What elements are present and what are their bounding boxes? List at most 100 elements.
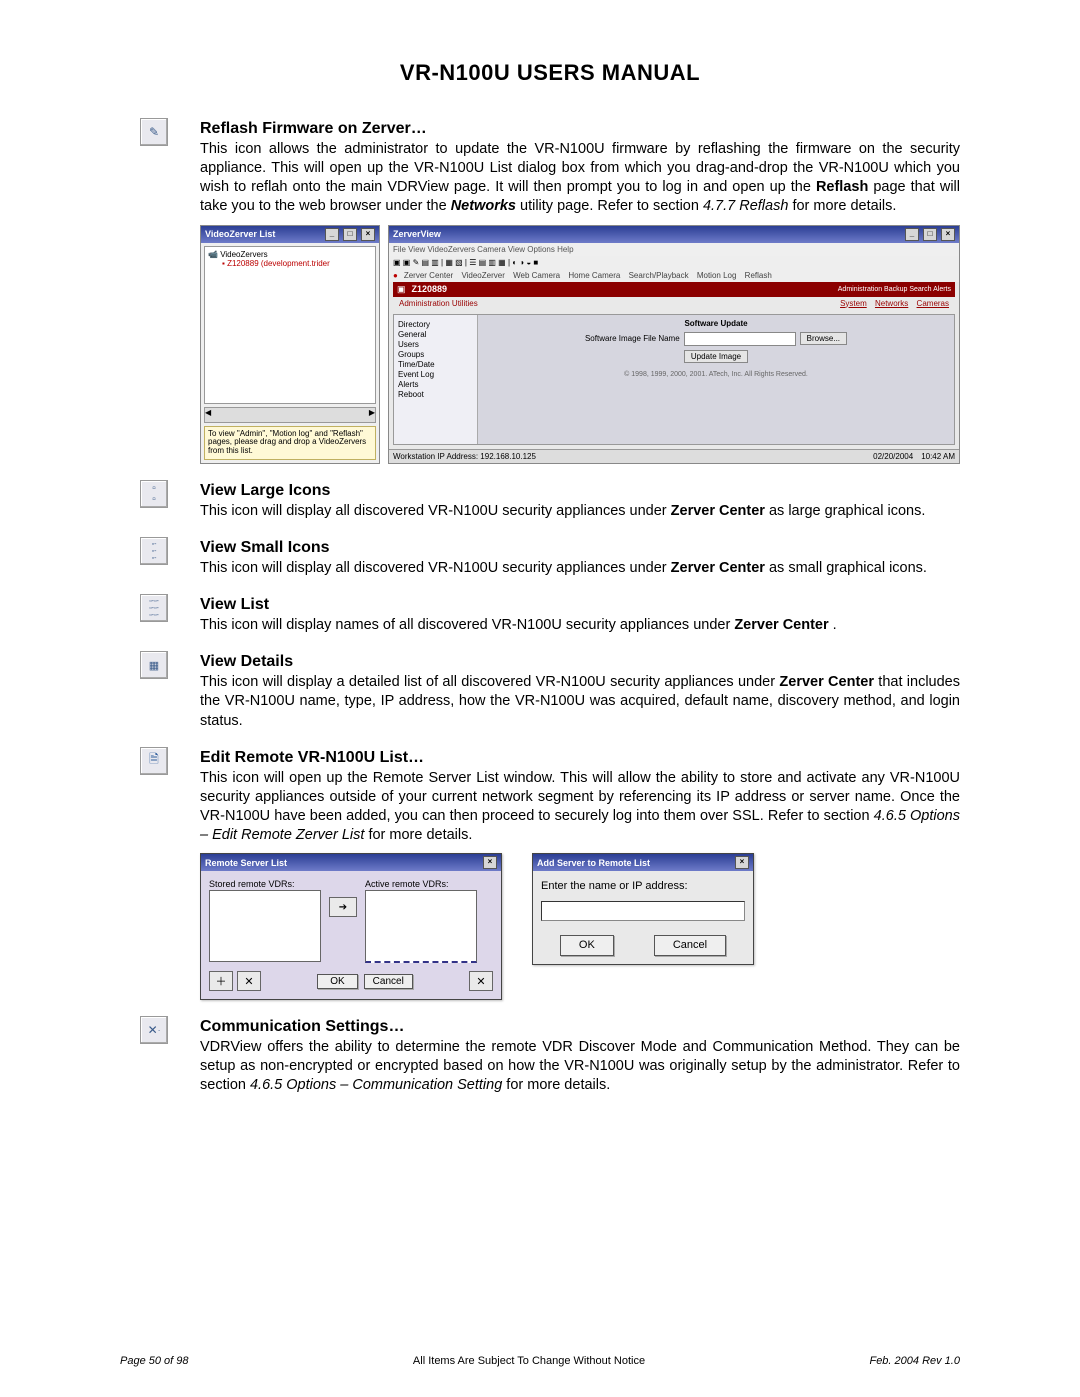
move-right-button[interactable]: ➔ [329, 897, 357, 917]
page-footer: Page 50 of 98 All Items Are Subject To C… [120, 1355, 960, 1367]
scrollbar[interactable]: ◀▶ [204, 407, 376, 423]
remote-server-list-dialog: Remote Server List × Stored remote VDRs:… [200, 853, 502, 1000]
close-icon[interactable]: × [361, 228, 375, 241]
section-heading: Communication Settings… [200, 1018, 960, 1036]
section-large-icons: ▫▫ View Large Icons This icon will displ… [140, 482, 960, 521]
close-icon[interactable]: × [735, 856, 749, 869]
add-server-dialog: Add Server to Remote List × Enter the na… [532, 853, 754, 965]
clear-active-button[interactable]: ✕ [469, 971, 493, 991]
minimize-icon[interactable]: _ [325, 228, 339, 241]
section-list: ▫-▫-▫-▫-▫-▫- View List This icon will di… [140, 596, 960, 635]
sidebar-item-directory[interactable]: Directory [398, 320, 473, 329]
link-system[interactable]: System [840, 299, 867, 308]
tab-videozerver[interactable]: VideoZerver [461, 271, 504, 280]
section-heading: Reflash Firmware on Zerver… [200, 120, 960, 138]
add-server-button[interactable]: ＋ [209, 971, 233, 991]
page-title: VR-N100U USERS MANUAL [140, 60, 960, 86]
maximize-icon[interactable]: □ [343, 228, 357, 241]
section-comm-settings: ✕· Communication Settings… VDRView offer… [140, 1018, 960, 1095]
sidebar-item-groups[interactable]: Groups [398, 350, 473, 359]
cancel-button[interactable]: Cancel [654, 935, 726, 956]
section-small-icons: ▫-▫-▫- View Small Icons This icon will d… [140, 539, 960, 578]
vzlist-tree[interactable]: 📹 VideoZervers ▪ Z120889 (development.tr… [204, 246, 376, 404]
sidebar-item-eventlog[interactable]: Event Log [398, 370, 473, 379]
browse-button[interactable]: Browse... [800, 332, 847, 345]
active-label: Active remote VDRs: [365, 879, 477, 889]
link-cameras[interactable]: Cameras [917, 299, 949, 308]
details-icon: ▦ [140, 651, 168, 679]
large-icons-icon: ▫▫ [140, 480, 168, 508]
figure-reflash: VideoZerver List _ □ × 📹 VideoZervers ▪ … [200, 225, 960, 464]
sidebar-item-timedate[interactable]: Time/Date [398, 360, 473, 369]
minimize-icon[interactable]: _ [905, 228, 919, 241]
close-icon[interactable]: × [483, 856, 497, 869]
section-heading: View List [200, 596, 960, 614]
zerver-toplinks[interactable]: Administration Backup Search Alerts [838, 286, 951, 293]
footer-page: Page 50 of 98 [120, 1355, 189, 1367]
copyright-text: © 1998, 1999, 2000, 2001. ATech, Inc. Al… [482, 371, 950, 378]
toolbar[interactable]: ▣ ▣ ✎ ▤ ▥ | ▦ ▧ | ☰ ▤ ▥ ▦ | ◐ ◑ ◒ ■ [389, 256, 959, 269]
section-heading: View Small Icons [200, 539, 960, 557]
zerver-name: Z120889 [412, 284, 448, 294]
dlg1-title: Remote Server List [205, 858, 287, 868]
link-networks[interactable]: Networks [875, 299, 908, 308]
section-body: This icon will display a detailed list o… [200, 673, 960, 730]
vzlist-hint: To view "Admin", "Motion log" and "Refla… [204, 426, 376, 460]
section-heading: View Large Icons [200, 482, 960, 500]
stored-label: Stored remote VDRs: [209, 879, 321, 889]
sidebar-item-users[interactable]: Users [398, 340, 473, 349]
section-edit-remote: 🗎 Edit Remote VR-N100U List… This icon w… [140, 749, 960, 1001]
edit-remote-icon: 🗎 [140, 747, 168, 775]
maximize-icon[interactable]: □ [923, 228, 937, 241]
videozerver-list-window: VideoZerver List _ □ × 📹 VideoZervers ▪ … [200, 225, 380, 464]
section-body: This icon will display names of all disc… [200, 616, 960, 635]
stored-listbox[interactable] [209, 890, 321, 962]
tab-motion-log[interactable]: Motion Log [697, 271, 737, 280]
section-details: ▦ View Details This icon will display a … [140, 653, 960, 730]
section-body: VDRView offers the ability to determine … [200, 1038, 960, 1095]
active-listbox[interactable] [365, 890, 477, 963]
section-heading: Edit Remote VR-N100U List… [200, 749, 960, 767]
sidebar-item-alerts[interactable]: Alerts [398, 380, 473, 389]
section-body: This icon allows the administrator to up… [200, 140, 960, 217]
tab-zerver-center[interactable]: Zerver Center [404, 271, 453, 280]
sw-filename-input[interactable] [684, 332, 796, 346]
mainwin-title: ZerverView [393, 229, 441, 239]
sw-label: Software Image File Name [585, 334, 680, 343]
sidebar-item-general[interactable]: General [398, 330, 473, 339]
ip-input[interactable] [541, 901, 745, 921]
tab-search-playback[interactable]: Search/Playback [629, 271, 689, 280]
tab-home-camera[interactable]: Home Camera [568, 271, 620, 280]
reflash-icon: ✎ [140, 118, 168, 146]
footer-rev: Feb. 2004 Rev 1.0 [869, 1355, 960, 1367]
section-heading: View Details [200, 653, 960, 671]
tab-bar[interactable]: ●Zerver Center VideoZerver Web Camera Ho… [389, 269, 959, 282]
comm-settings-icon: ✕· [140, 1016, 168, 1044]
status-bar: Workstation IP Address: 192.168.10.125 0… [389, 449, 959, 463]
menubar[interactable]: File View VideoZervers Camera View Optio… [389, 243, 959, 256]
cancel-button[interactable]: Cancel [364, 974, 413, 989]
section-reflash: ✎ Reflash Firmware on Zerver… This icon … [140, 120, 960, 464]
section-body: This icon will display all discovered VR… [200, 559, 960, 578]
tab-reflash[interactable]: Reflash [745, 271, 772, 280]
zerverview-window: ZerverView _ □ × File View VideoZervers … [388, 225, 960, 464]
admin-sidebar: Directory General Users Groups Time/Date… [394, 315, 478, 444]
close-icon[interactable]: × [941, 228, 955, 241]
dlg2-title: Add Server to Remote List [537, 858, 650, 868]
figure-remote-list: Remote Server List × Stored remote VDRs:… [200, 853, 960, 1000]
ok-button[interactable]: OK [317, 974, 357, 989]
sidebar-item-reboot[interactable]: Reboot [398, 390, 473, 399]
tab-web-camera[interactable]: Web Camera [513, 271, 560, 280]
small-icons-icon: ▫-▫-▫- [140, 537, 168, 565]
software-update-title: Software Update [482, 319, 950, 328]
vzlist-title: VideoZerver List [205, 229, 275, 239]
ip-prompt: Enter the name or IP address: [541, 879, 745, 894]
list-icon: ▫-▫-▫-▫-▫-▫- [140, 594, 168, 622]
footer-notice: All Items Are Subject To Change Without … [413, 1355, 645, 1367]
section-body: This icon will display all discovered VR… [200, 502, 960, 521]
update-image-button[interactable]: Update Image [684, 350, 748, 363]
section-body: This icon will open up the Remote Server… [200, 769, 960, 846]
remove-server-button[interactable]: ✕ [237, 971, 261, 991]
ok-button[interactable]: OK [560, 935, 614, 956]
admin-utilities-label: Administration Utilities [399, 299, 478, 308]
